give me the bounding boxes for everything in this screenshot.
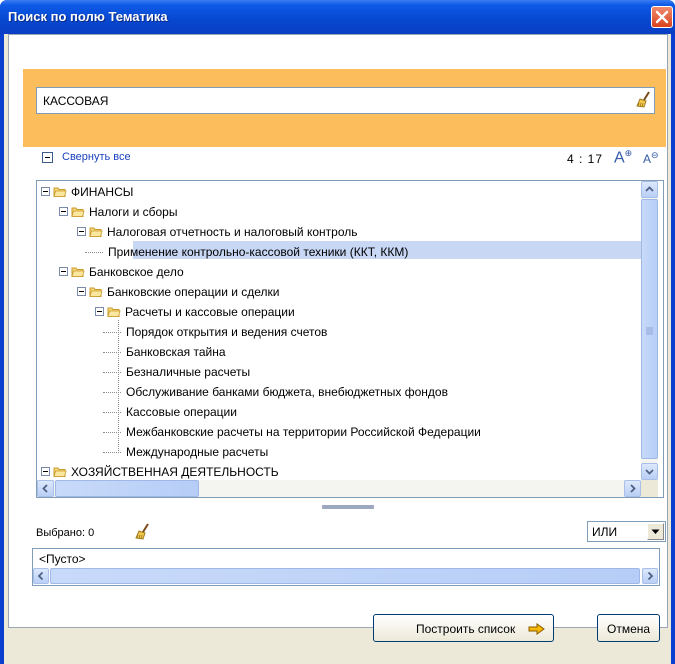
build-list-button[interactable]: Построить список <box>373 614 554 642</box>
font-decrease-label: A <box>643 152 652 166</box>
chevron-up-icon <box>645 186 654 192</box>
chevron-left-icon <box>37 571 44 581</box>
scroll-down-button[interactable] <box>641 463 658 480</box>
scrollbar-corner <box>641 480 658 497</box>
tree-node-label[interactable]: Межбанковские расчеты на территории Росс… <box>126 425 481 439</box>
folder-open-icon <box>89 227 103 237</box>
arrow-right-icon <box>528 623 545 635</box>
tree-collapse-toggle[interactable] <box>41 187 50 196</box>
tree-node-label[interactable]: Безналичные расчеты <box>126 365 250 379</box>
folder-open-icon <box>71 207 85 217</box>
thumb-grip-icon <box>646 327 653 335</box>
tree-collapse-toggle[interactable] <box>77 227 86 236</box>
caret-down-icon <box>651 529 660 534</box>
scroll-right-button[interactable] <box>624 480 641 497</box>
tree-collapse-toggle[interactable] <box>59 207 68 216</box>
chevron-down-icon <box>645 469 654 475</box>
folder-open-icon <box>71 267 85 277</box>
font-increase-label: A <box>614 149 625 167</box>
splitter-grip[interactable] <box>322 505 374 509</box>
folder-open-icon <box>107 307 121 317</box>
selected-items-list[interactable]: <Пусто> <box>32 548 660 586</box>
tree-node-label[interactable]: Банковская тайна <box>126 345 226 359</box>
chevron-left-icon <box>42 484 48 493</box>
chevron-right-icon <box>647 571 654 581</box>
operator-select[interactable]: ИЛИ <box>587 521 666 542</box>
tree-node-label[interactable]: Налоги и сборы <box>89 205 177 219</box>
match-count: 4 : 17 <box>567 152 604 166</box>
clear-selection-broom-icon[interactable] <box>134 523 152 541</box>
font-decrease-button[interactable]: A⊖ <box>643 150 659 166</box>
tree-node-label[interactable]: ХОЗЯЙСТВЕННАЯ ДЕЯТЕЛЬНОСТЬ <box>71 465 279 479</box>
selected-items-empty: <Пусто> <box>39 552 86 566</box>
tree-node-label[interactable]: Международные расчеты <box>126 445 268 459</box>
cancel-button[interactable]: Отмена <box>597 614 660 642</box>
chevron-right-icon <box>630 484 636 493</box>
tree-collapse-toggle[interactable] <box>77 287 86 296</box>
scroll-up-button[interactable] <box>641 181 658 198</box>
tree-node-label-selected[interactable]: Применение контрольно-кассовой техники (… <box>108 245 408 259</box>
list-scroll-right-button[interactable] <box>642 568 658 584</box>
collapse-all-icon <box>42 152 53 163</box>
folder-open-icon <box>53 467 67 477</box>
operator-select-value: ИЛИ <box>592 525 618 539</box>
horizontal-scroll-thumb[interactable] <box>55 480 199 497</box>
selected-count: Выбрано: 0 <box>36 527 95 539</box>
build-list-label: Построить список <box>416 622 516 636</box>
tree-node-label[interactable]: Обслуживание банками бюджета, внебюджетн… <box>126 385 448 399</box>
cancel-label: Отмена <box>607 622 651 636</box>
tree-horizontal-scrollbar[interactable] <box>37 480 641 497</box>
collapse-all-link[interactable]: Свернуть все <box>62 151 131 163</box>
tree-collapse-toggle[interactable] <box>59 267 68 276</box>
folder-open-icon <box>89 287 103 297</box>
close-button[interactable] <box>651 6 673 28</box>
tree-node-label[interactable]: Налоговая отчетность и налоговый контрол… <box>107 225 358 239</box>
tree-node-label[interactable]: Расчеты и кассовые операции <box>125 305 295 319</box>
window-title: Поиск по полю Тематика <box>8 9 168 24</box>
tree-node-label[interactable]: Порядок открытия и ведения счетов <box>126 325 327 339</box>
scroll-left-button[interactable] <box>37 480 54 497</box>
tree-node-label[interactable]: Банковское дело <box>89 265 184 279</box>
search-input-value: КАССОВАЯ <box>43 94 109 108</box>
font-increase-button[interactable]: A⊕ <box>614 148 632 167</box>
list-scroll-left-button[interactable] <box>33 568 49 584</box>
tree-collapse-toggle[interactable] <box>41 467 50 476</box>
clear-broom-icon[interactable] <box>635 91 653 109</box>
title-bar: Поиск по полю Тематика <box>0 0 675 34</box>
tree-connector-vertical <box>118 320 119 453</box>
tree-node-label[interactable]: Банковские операции и сделки <box>107 285 280 299</box>
folder-open-icon <box>53 187 67 197</box>
list-horizontal-thumb[interactable] <box>50 568 640 584</box>
vertical-scroll-thumb[interactable] <box>641 199 658 459</box>
tree-vertical-scrollbar[interactable] <box>641 181 658 480</box>
tree-collapse-toggle[interactable] <box>95 307 104 316</box>
close-icon <box>655 10 669 24</box>
search-input[interactable]: КАССОВАЯ <box>36 87 655 114</box>
tree-node-label[interactable]: Кассовые операции <box>126 405 237 419</box>
tree-node-label[interactable]: ФИНАНСЫ <box>71 185 133 199</box>
tree-connector <box>85 252 103 253</box>
operator-dropdown-button[interactable] <box>647 523 664 540</box>
